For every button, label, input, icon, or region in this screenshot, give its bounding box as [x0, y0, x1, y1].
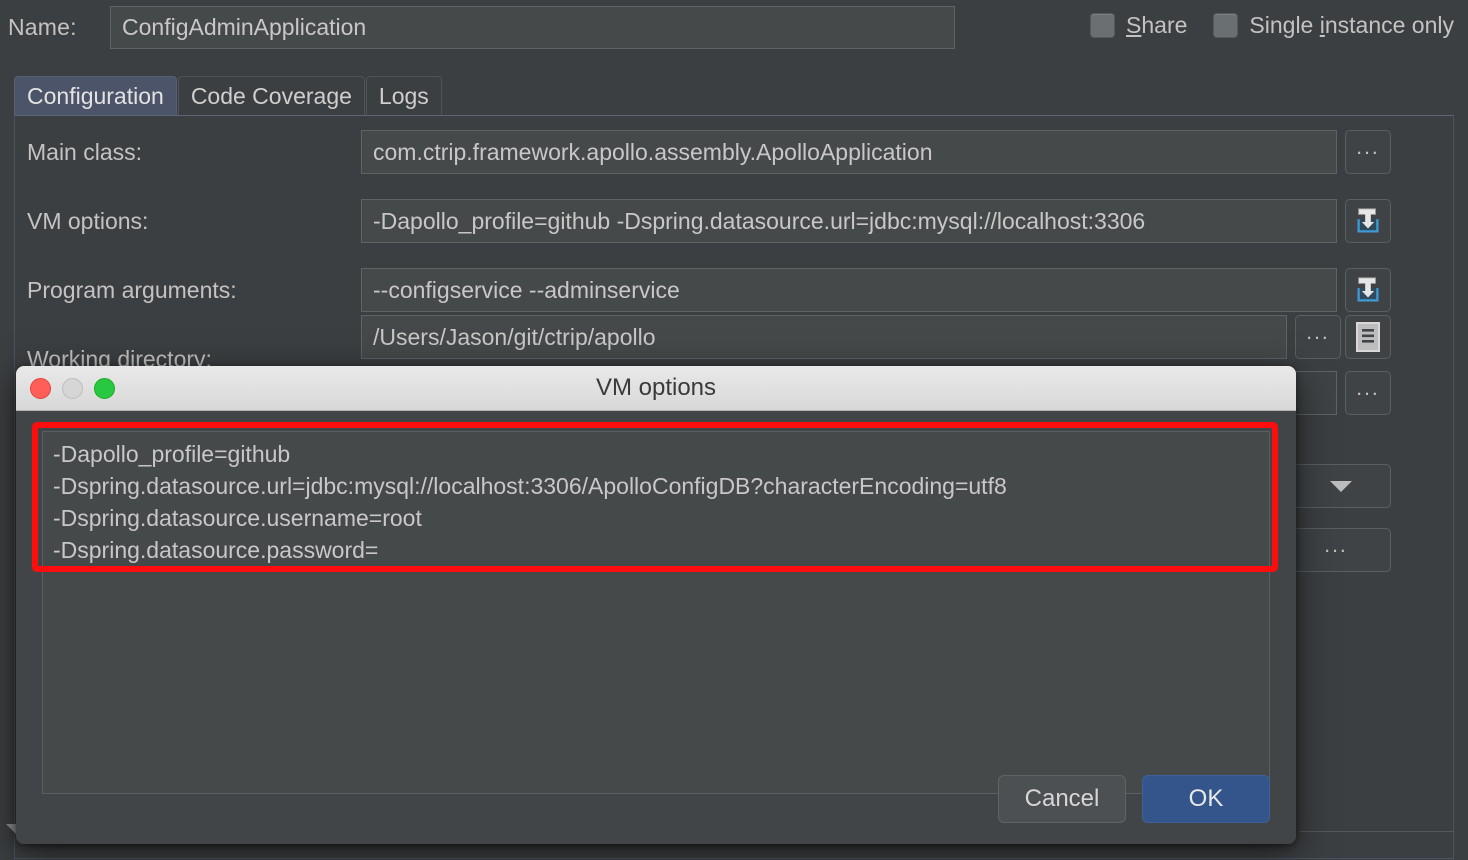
- vm-option-line: -Dapollo_profile=github: [53, 441, 291, 467]
- vm-option-line: -Dspring.datasource.url=jdbc:mysql://loc…: [53, 473, 1007, 499]
- document-icon: [1356, 322, 1380, 352]
- main-class-label: Main class:: [27, 139, 143, 165]
- insert-macro-icon: [1357, 277, 1379, 302]
- ellipsis-icon: ...: [1324, 534, 1348, 557]
- ellipsis-icon: ...: [1306, 321, 1330, 344]
- vm-options-dialog: VM options -Dapollo_profile=github -Dspr…: [16, 366, 1296, 844]
- program-arguments-label: Program arguments:: [27, 277, 237, 303]
- single-instance-only-checkbox-box[interactable]: [1213, 13, 1239, 38]
- tab-logs[interactable]: Logs: [365, 76, 442, 116]
- insert-macro-icon: [1357, 208, 1379, 233]
- single-instance-only-checkbox-label: Single instance only: [1249, 12, 1454, 39]
- working-directory-macro-button[interactable]: [1345, 315, 1391, 359]
- single-label-before: Single: [1249, 12, 1320, 38]
- vm-options-expand-button[interactable]: [1345, 199, 1391, 243]
- vm-option-line: -Dspring.datasource.username=root: [53, 505, 422, 531]
- vm-options-input[interactable]: -Dapollo_profile=github -Dspring.datasou…: [361, 199, 1337, 243]
- program-arguments-expand-button[interactable]: [1345, 268, 1391, 312]
- vm-option-line: -Dspring.datasource.password=: [53, 537, 379, 563]
- dialog-button-row: Cancel OK: [998, 775, 1270, 823]
- dialog-title: VM options: [595, 374, 717, 401]
- ellipsis-icon: ...: [1356, 377, 1380, 400]
- tab-configuration[interactable]: Configuration: [14, 76, 177, 116]
- program-arguments-value: --configservice --adminservice: [373, 276, 680, 303]
- bottom-separator: [1300, 831, 1454, 832]
- single-label-after: nstance only: [1324, 12, 1454, 38]
- working-directory-input[interactable]: /Users/Jason/git/ctrip/apollo: [361, 315, 1287, 359]
- name-input[interactable]: ConfigAdminApplication: [110, 6, 955, 49]
- vm-options-value: -Dapollo_profile=github -Dspring.datasou…: [373, 207, 1146, 234]
- close-window-icon[interactable]: [30, 377, 51, 399]
- vm-options-textarea[interactable]: -Dapollo_profile=github -Dspring.datasou…: [42, 431, 1270, 794]
- share-mnemonic: S: [1126, 12, 1142, 38]
- classpath-browse-button[interactable]: ...: [1281, 528, 1391, 572]
- share-checkbox[interactable]: Share: [1090, 12, 1187, 39]
- single-instance-only-checkbox[interactable]: Single instance only: [1213, 12, 1454, 39]
- main-class-input[interactable]: com.ctrip.framework.apollo.assembly.Apol…: [361, 130, 1337, 174]
- jre-combo-caret-button[interactable]: [1291, 464, 1391, 508]
- name-label: Name:: [8, 14, 77, 40]
- share-checkbox-box[interactable]: [1090, 13, 1116, 38]
- main-class-value: com.ctrip.framework.apollo.assembly.Apol…: [373, 138, 933, 165]
- name-row: Name: ConfigAdminApplication Share Singl…: [0, 0, 1468, 56]
- working-directory-value: /Users/Jason/git/ctrip/apollo: [373, 323, 656, 350]
- program-arguments-input[interactable]: --configservice --adminservice: [361, 268, 1337, 312]
- environment-variables-browse-button[interactable]: ...: [1345, 371, 1391, 415]
- window-controls: [30, 377, 115, 399]
- dialog-body: -Dapollo_profile=github -Dspring.datasou…: [16, 411, 1296, 844]
- tab-bar: Configuration Code Coverage Logs: [14, 74, 443, 116]
- cancel-button[interactable]: Cancel: [998, 775, 1126, 823]
- ellipsis-icon: ...: [1356, 136, 1380, 159]
- maximize-window-icon[interactable]: [94, 377, 115, 399]
- share-label-after: hare: [1141, 12, 1188, 38]
- working-directory-browse-button[interactable]: ...: [1295, 315, 1341, 359]
- options-checkbox-group: Share Single instance only: [1090, 12, 1454, 39]
- main-class-browse-button[interactable]: ...: [1345, 130, 1391, 174]
- chevron-down-icon: [1330, 480, 1352, 492]
- tab-code-coverage[interactable]: Code Coverage: [177, 76, 365, 116]
- run-debug-configuration-window: Name: ConfigAdminApplication Share Singl…: [0, 0, 1468, 860]
- name-input-value: ConfigAdminApplication: [122, 14, 367, 40]
- ok-button[interactable]: OK: [1142, 775, 1270, 823]
- minimize-window-icon[interactable]: [62, 377, 83, 399]
- share-checkbox-label: Share: [1126, 12, 1187, 39]
- vm-options-label: VM options:: [27, 208, 149, 234]
- dialog-title-bar[interactable]: VM options: [16, 366, 1296, 411]
